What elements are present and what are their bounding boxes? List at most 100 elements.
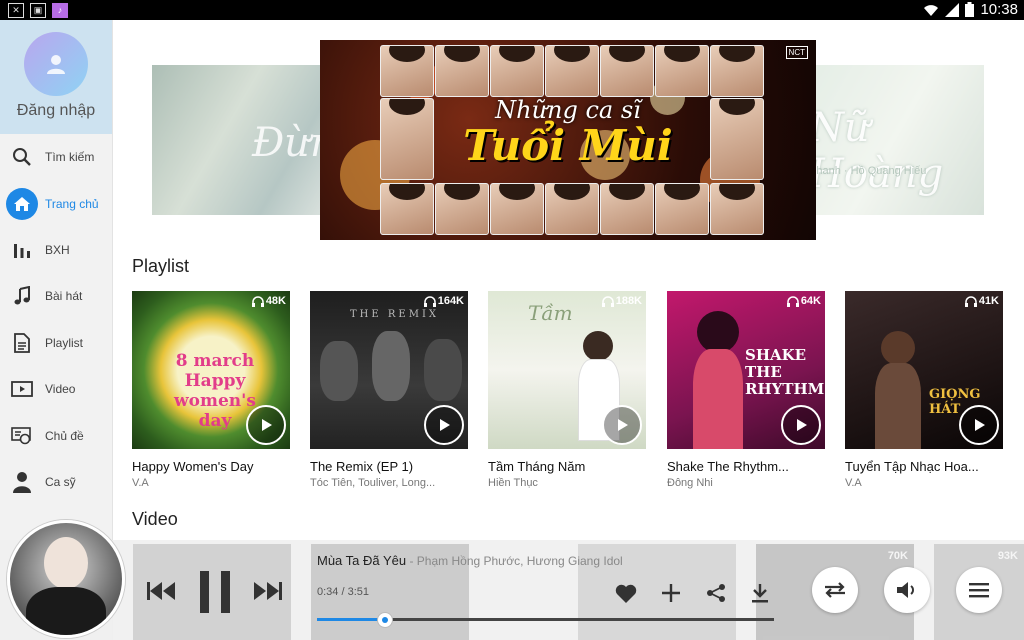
banner-featured[interactable]: Những ca sĩ Tuổi Mùi NCT [320,40,816,240]
playlist-name[interactable]: Tuyển Tập Nhạc Hoa... [845,459,1003,474]
volume-icon [897,582,914,598]
playlist-cover[interactable]: THE REMIX 164K [310,291,468,449]
queue-menu-button[interactable] [956,567,1002,613]
topic-icon [2,426,42,445]
wifi-icon [924,4,939,16]
next-button[interactable] [252,578,284,604]
avatar[interactable] [24,32,88,96]
sidebar-item-label: Ca sỹ [45,474,76,489]
login-label[interactable]: Đăng nhập [0,102,112,120]
sidebar-item-label: Trang chủ [45,196,99,211]
sidebar-nav: Tìm kiếm Trang chủ BXH Bài hát Playlist … [0,134,112,505]
download-button[interactable] [749,582,771,604]
heart-icon [615,584,637,603]
nct-badge: NCT [785,46,808,59]
sidebar-item-songs[interactable]: Bài hát [0,273,112,319]
document-icon [2,332,42,353]
video-listen-count: 93K [997,550,1018,562]
now-playing-artwork[interactable] [7,520,125,638]
chart-icon [2,240,42,260]
play-icon [618,419,628,431]
person-icon [2,471,42,493]
previous-button[interactable] [145,578,177,604]
listen-count: 48K [251,295,286,307]
share-button[interactable] [705,582,727,604]
sidebar-item-search[interactable]: Tìm kiếm [0,134,112,180]
listen-count: 164K [423,295,464,307]
playlist-artist: Tóc Tiên, Touliver, Long... [310,477,436,489]
download-icon [752,584,768,603]
sidebar-item-topics[interactable]: Chủ đề [0,412,112,458]
video-listen-count: 70K [887,550,908,562]
playlist-card[interactable]: GIỌNG HÁT 41K Tuyển Tập Nhạc Hoa... V.A [845,291,1003,489]
cover-text: Tầm [528,301,573,325]
sidebar-item-home[interactable]: Trang chủ [0,180,112,226]
banner-right-title: Nữ Hoàng [809,105,944,197]
playlist-name[interactable]: Tầm Tháng Năm [488,459,646,474]
playlist-card[interactable]: THE REMIX 164K The Remix (EP 1) Tóc Tiên… [310,291,468,489]
banner-right-slide[interactable]: Nữ Hoàng Khanh · Hồ Quang Hiếu [803,65,984,215]
playlist-card[interactable]: 8 march Happy women's day 48K Happy Wome… [132,291,290,489]
video-section-title: Video [132,509,178,529]
sidebar-item-label: Chủ đề [45,428,84,443]
sidebar-item-playlist[interactable]: Playlist [0,320,112,366]
search-icon [2,147,42,167]
app-notification-icon: ♪ [52,3,68,18]
sidebar-item-chart[interactable]: BXH [0,227,112,273]
repeat-button[interactable] [812,567,858,613]
seek-bar[interactable] [317,612,774,628]
video-icon [2,381,42,398]
headphones-icon [964,295,977,307]
play-icon [262,419,272,431]
playlist-artist: V.A [132,477,149,489]
headphones-icon [786,295,799,307]
sidebar-item-label: Playlist [45,335,84,350]
playlist-artist: V.A [845,477,862,489]
banner-title-line2: Tuổi Mùi [463,121,673,170]
playlist-cover[interactable]: Tầm 188K [488,291,646,449]
now-playing-info: Mùa Ta Đã Yêu - Phạm Hồng Phước, Hương G… [317,553,623,568]
play-button[interactable] [781,405,821,445]
sidebar-item-video[interactable]: Video [0,366,112,412]
play-button[interactable] [959,405,999,445]
repeat-icon [825,582,845,598]
cover-text: SHAKE THE RHYTHM [745,346,825,398]
play-icon [440,419,450,431]
pause-button[interactable] [195,570,235,614]
favorite-button[interactable] [614,582,638,604]
playlist-cover[interactable]: 8 march Happy women's day 48K [132,291,290,449]
playback-time: 0:34 / 3:51 [317,586,369,598]
sidebar-item-artists[interactable]: Ca sỹ [0,459,112,505]
play-button[interactable] [246,405,286,445]
banner-featured-title: Những ca sĩ Tuổi Mùi [448,96,688,168]
listen-count: 41K [964,295,999,307]
signal-icon [945,2,960,17]
sidebar-item-label: Bài hát [45,289,83,304]
playlist-cover[interactable]: GIỌNG HÁT 41K [845,291,1003,449]
pause-icon [200,571,230,613]
volume-button[interactable] [884,567,930,613]
playlist-name[interactable]: Happy Women's Day [132,459,290,474]
playlist-artist: Hiền Thục [488,477,538,489]
play-button[interactable] [424,405,464,445]
login-panel[interactable]: Đăng nhập [0,20,112,134]
sidebar-item-label: Tìm kiếm [45,150,95,165]
banner-left-slide[interactable]: Đừng [152,65,342,215]
playlist-card[interactable]: Tầm 188K Tầm Tháng Năm Hiền Thục [488,291,646,489]
playlist-artist: Đông Nhi [667,477,713,489]
battery-icon [965,2,975,17]
playlist-card[interactable]: SHAKE THE RHYTHM 64K Shake The Rhythm...… [667,291,825,489]
main-content: Đừng Nữ Hoàng Khanh · Hồ Quang Hiếu Nhữn… [113,20,1024,540]
add-to-playlist-button[interactable] [660,582,682,604]
seek-bar-progress [317,618,385,621]
playlist-name[interactable]: The Remix (EP 1) [310,459,468,474]
play-button[interactable] [602,405,642,445]
playlist-cover[interactable]: SHAKE THE RHYTHM 64K [667,291,825,449]
banner-right-subtitle: Khanh · Hồ Quang Hiếu [809,165,927,177]
clock: 10:38 [980,1,1018,18]
plus-icon [662,584,680,602]
song-artist: - Phạm Hồng Phước, Hương Giang Idol [406,554,623,568]
sidebar-item-label: BXH [45,242,70,257]
playlist-name[interactable]: Shake The Rhythm... [667,459,825,474]
playlist-section-title: Playlist [132,256,190,276]
